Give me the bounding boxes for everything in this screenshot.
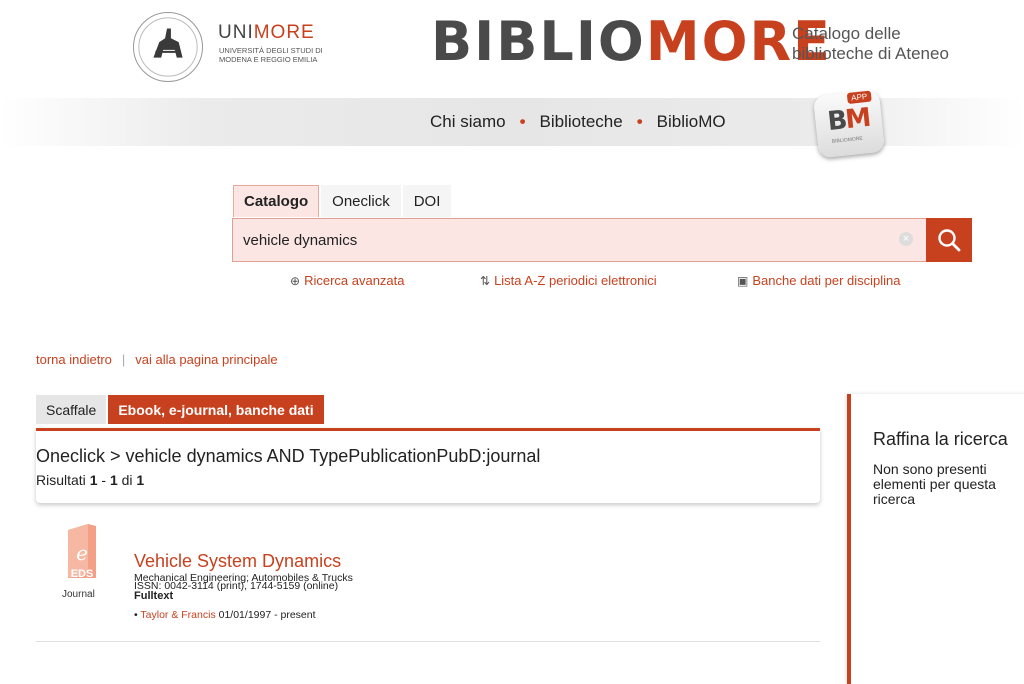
brand-subtitle: Catalogo delle biblioteche di Ateneo — [792, 24, 949, 64]
nav-item-bibliomo[interactable]: BiblioMO — [657, 112, 726, 132]
nav-separator-dot: • — [636, 112, 643, 131]
tab-ebook[interactable]: Ebook, e-journal, banche dati — [108, 395, 324, 424]
eds-icon-text: EDS — [71, 568, 94, 580]
unimore-subtitle: UNIVERSITÀ DEGLI STUDI DI MODENA E REGGI… — [219, 46, 323, 64]
item-fulltext-label: Fulltext — [134, 590, 174, 602]
refine-empty-text: Non sono presenti elementi per questa ri… — [873, 461, 996, 507]
count-prefix: Risultati — [36, 472, 90, 488]
tab-oneclick[interactable]: Oneclick — [321, 185, 401, 217]
item-title-link[interactable]: Vehicle System Dynamics — [134, 551, 341, 572]
results-count: Risultati 1 - 1 di 1 — [36, 472, 144, 488]
tab-doi[interactable]: DOI — [402, 185, 452, 217]
zoom-plus-icon: ⊕ — [290, 274, 301, 288]
eds-journal-icon: e EDS — [64, 522, 100, 580]
app-badge-logo-m: M — [843, 102, 871, 136]
search-icon — [938, 229, 961, 252]
nav-item-biblioteche[interactable]: Biblioteche — [540, 112, 623, 132]
app-badge-sub: BIBLIOMORE — [831, 135, 864, 145]
item-type-label: Journal — [62, 589, 95, 600]
results-header-box: Oneclick > vehicle dynamics AND TypePubl… — [36, 428, 820, 503]
item-provider-link[interactable]: Taylor & Francis — [140, 609, 215, 621]
unimore-part1: UNI — [218, 22, 254, 43]
divider — [36, 641, 820, 642]
nav-separator-dot: • — [519, 112, 526, 131]
unimore-part2: MORE — [253, 22, 315, 43]
refine-panel: Raffina la ricerca Non sono presenti ele… — [847, 394, 1024, 684]
brand-subtitle-line2: biblioteche di Ateneo — [792, 44, 949, 63]
results-tabs: Scaffale Ebook, e-journal, banche dati — [36, 395, 326, 424]
item-subjects: Mechanical Engineering; Automobiles & Tr… — [134, 572, 353, 584]
back-link[interactable]: torna indietro — [36, 352, 112, 367]
unimore-wordmark: UNIMORE — [218, 22, 315, 44]
count-to: 1 — [109, 472, 118, 488]
nav-item-chi-siamo[interactable]: Chi siamo — [430, 112, 506, 132]
app-badge-logo: BM — [826, 103, 871, 137]
clear-icon[interactable]: × — [899, 232, 913, 246]
bibliomore-logo[interactable]: BIBLIOMORE — [431, 12, 832, 72]
sort-az-icon: ⇅ — [480, 274, 491, 288]
brand-part1: BIBLIO — [431, 10, 646, 73]
item-coverage: 01/01/1997 - present — [218, 609, 316, 621]
search-box: × — [232, 218, 972, 262]
search-input[interactable] — [243, 219, 893, 261]
databases-label[interactable]: Banche dati per disciplina — [752, 273, 900, 288]
tab-scaffale[interactable]: Scaffale — [36, 395, 107, 424]
svg-text:e: e — [76, 541, 88, 565]
app-badge-label: APP — [846, 90, 872, 105]
unimore-seal-logo[interactable] — [133, 12, 203, 82]
main-nav: Chi siamo • Biblioteche • BiblioMO — [430, 112, 726, 132]
search-tabs: Catalogo Oneclick DOI — [233, 185, 453, 217]
az-list-label[interactable]: Lista A-Z periodici elettronici — [494, 273, 657, 288]
az-list-link[interactable]: ⇅ Lista A-Z periodici elettronici — [480, 273, 657, 288]
unimore-subtitle-line1: UNIVERSITÀ DEGLI STUDI DI — [219, 46, 323, 55]
breadcrumb-separator: | — [121, 352, 126, 367]
advanced-search-link[interactable]: ⊕ Ricerca avanzata — [290, 273, 405, 288]
app-badge[interactable]: APP BM BIBLIOMORE — [812, 89, 886, 159]
databases-link[interactable]: ▣ Banche dati per disciplina — [737, 273, 901, 288]
unimore-subtitle-line2: MODENA E REGGIO EMILIA — [219, 55, 318, 64]
search-button[interactable] — [926, 218, 972, 262]
brand-subtitle-line1: Catalogo delle — [792, 24, 901, 43]
count-of: di — [117, 472, 137, 488]
item-provider-line: • Taylor & Francis 01/01/1997 - present — [134, 609, 316, 621]
hand-pointer-icon: ▣ — [737, 274, 749, 288]
bullet: • — [134, 609, 138, 621]
breadcrumb: torna indietro | vai alla pagina principal… — [36, 352, 278, 367]
advanced-search-label[interactable]: Ricerca avanzata — [304, 273, 404, 288]
results-query: Oneclick > vehicle dynamics AND TypePubl… — [36, 446, 541, 466]
tab-catalogo[interactable]: Catalogo — [233, 185, 320, 217]
count-total: 1 — [136, 472, 145, 488]
refine-title: Raffina la ricerca — [873, 429, 1008, 449]
home-link[interactable]: vai alla pagina principale — [135, 352, 277, 367]
count-dash: - — [97, 472, 110, 488]
